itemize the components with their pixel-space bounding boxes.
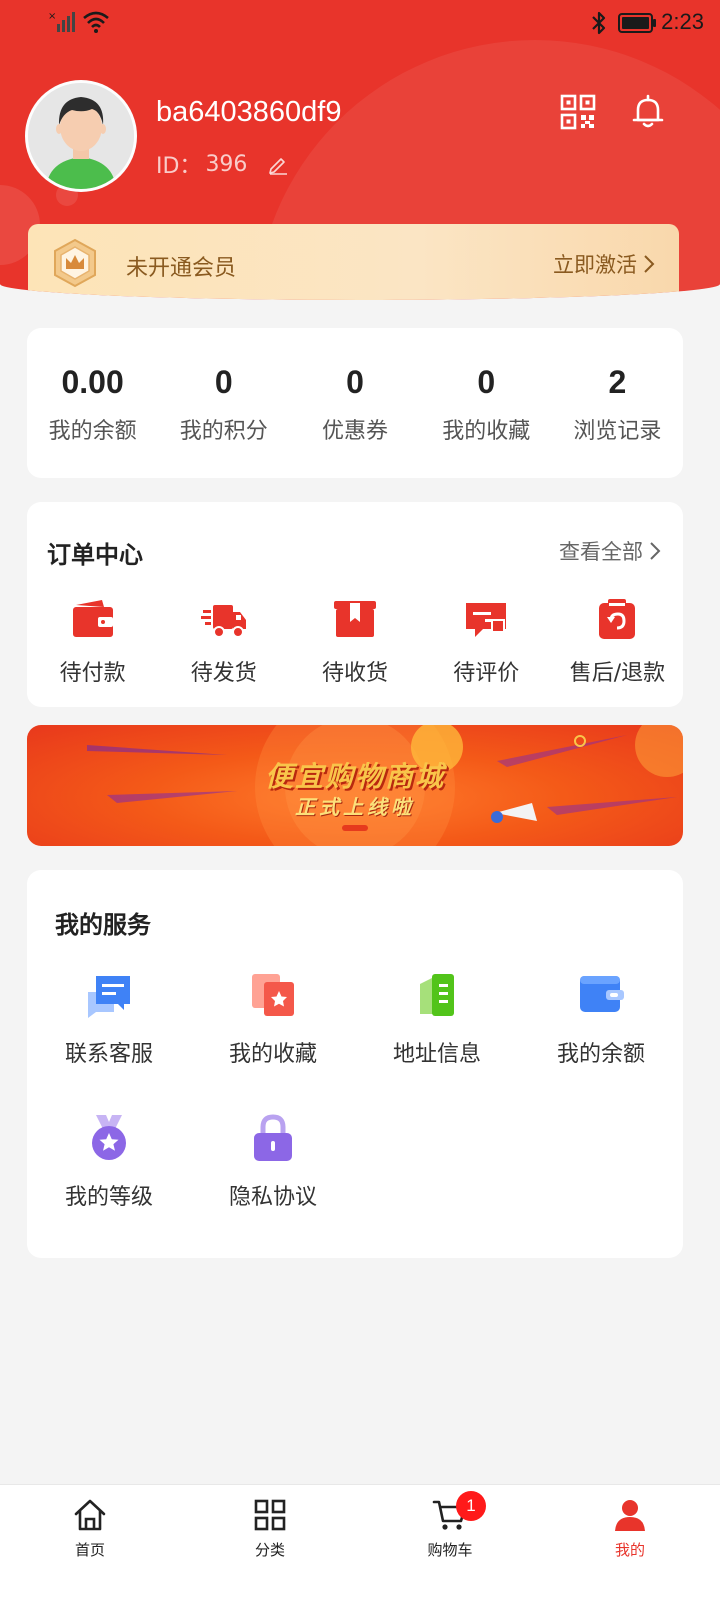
tab-category[interactable]: 分类: [180, 1485, 360, 1600]
wifi-icon: [83, 11, 109, 33]
user-id-value: 396: [205, 151, 248, 177]
service-label: 我的等级: [64, 1185, 153, 1210]
banner-title: 便宜购物商城: [264, 760, 445, 793]
stat-label: 优惠券: [322, 419, 389, 444]
stat-value: 0.00: [61, 364, 124, 400]
service-customer-support[interactable]: 联系客服: [27, 970, 191, 1113]
service-privacy[interactable]: 隐私协议: [191, 1113, 355, 1256]
service-level[interactable]: 我的等级: [27, 1113, 191, 1256]
address-icon: [420, 974, 454, 1016]
home-icon: [74, 1499, 106, 1531]
service-label: 联系客服: [64, 1042, 153, 1067]
cart-badge: 1: [456, 1491, 486, 1521]
profile-header: × 2:23 ba6403860df9 ID： 396 未开通会员 立即激活: [0, 0, 720, 300]
svg-text:×: ×: [48, 11, 56, 22]
chat-icon: [88, 976, 130, 1018]
qr-code-icon[interactable]: [560, 94, 596, 130]
order-pending-payment[interactable]: 待付款: [27, 597, 158, 687]
medal-icon: [92, 1115, 126, 1160]
stat-value: 0: [346, 364, 364, 400]
stat-label: 我的收藏: [442, 419, 531, 444]
lock-icon: [254, 1114, 292, 1161]
edit-icon[interactable]: [267, 153, 289, 175]
stat-value: 0: [214, 364, 233, 400]
tab-mine[interactable]: 我的: [540, 1485, 720, 1600]
signal-icon: ×: [48, 11, 75, 32]
membership-status: 未开通会员: [126, 256, 237, 281]
order-center-card: 订单中心 查看全部 待付款 待发货 待收货 待评价 售后/退款: [27, 502, 683, 707]
stat-points[interactable]: 0 我的积分: [158, 328, 289, 478]
service-label: 隐私协议: [228, 1185, 317, 1210]
stat-label: 我的余额: [48, 419, 137, 444]
membership-bar[interactable]: 未开通会员 立即激活: [28, 224, 679, 300]
status-time: 2:23: [661, 9, 704, 34]
avatar-image: [28, 83, 134, 189]
service-favorites[interactable]: 我的收藏: [191, 970, 355, 1113]
package-icon: [334, 601, 376, 637]
chevron-right-icon: [650, 542, 661, 560]
services-card: 我的服务 联系客服 我的收藏 地址信息 我的余额 我的等级 隐私协议: [27, 870, 683, 1258]
order-refund[interactable]: 售后/退款: [552, 597, 683, 687]
truck-icon: [200, 605, 246, 638]
favorite-icon: [252, 974, 294, 1016]
tab-label: 购物车: [427, 1541, 473, 1559]
tab-label: 我的: [614, 1541, 645, 1559]
tab-label: 分类: [254, 1541, 285, 1559]
refund-icon: [599, 599, 636, 639]
tab-label: 首页: [74, 1541, 105, 1559]
tab-home[interactable]: 首页: [0, 1485, 180, 1600]
category-icon: [254, 1499, 286, 1531]
tab-cart[interactable]: 1 购物车: [360, 1485, 540, 1600]
stat-favorites[interactable]: 0 我的收藏: [421, 328, 552, 478]
service-address[interactable]: 地址信息: [355, 970, 519, 1113]
order-item-label: 售后/退款: [569, 661, 666, 686]
stat-coupons[interactable]: 0 优惠券: [289, 328, 420, 478]
banner-subtitle: 正式上线啦: [295, 795, 415, 819]
activate-membership-link[interactable]: 立即激活: [553, 249, 655, 279]
stat-value: 2: [608, 364, 627, 400]
user-id-row: ID： 396: [156, 148, 289, 180]
stat-history[interactable]: 2 浏览记录: [552, 328, 683, 478]
stat-balance[interactable]: 0.00 我的余额: [27, 328, 158, 478]
bluetooth-icon: [592, 11, 606, 35]
user-id-label: ID：: [156, 154, 202, 179]
service-label: 我的收藏: [228, 1042, 317, 1067]
activate-membership-label: 立即激活: [553, 253, 637, 277]
stat-label: 浏览记录: [573, 419, 662, 444]
order-to-receive[interactable]: 待收货: [289, 597, 420, 687]
wallet-icon: [72, 600, 113, 637]
services-title: 我的服务: [55, 911, 151, 939]
order-item-label: 待发货: [190, 661, 257, 686]
carousel-indicator: [342, 825, 368, 831]
review-icon: [466, 603, 507, 637]
bell-icon[interactable]: [630, 94, 666, 130]
promo-banner[interactable]: 便宜购物商城 正式上线啦: [27, 725, 683, 846]
service-label: 地址信息: [392, 1042, 481, 1067]
stat-label: 我的积分: [179, 419, 268, 444]
order-to-ship[interactable]: 待发货: [158, 597, 289, 687]
order-center-title: 订单中心: [47, 541, 143, 569]
service-label: 我的余额: [556, 1042, 645, 1067]
view-all-orders-link[interactable]: 查看全部: [559, 536, 661, 566]
order-to-review[interactable]: 待评价: [421, 597, 552, 687]
order-item-label: 待付款: [59, 661, 126, 686]
username: ba6403860df9: [156, 96, 342, 128]
view-all-label: 查看全部: [559, 540, 643, 564]
battery-icon: [618, 13, 656, 33]
user-icon: [615, 1500, 645, 1531]
service-balance[interactable]: 我的余额: [519, 970, 683, 1113]
avatar[interactable]: [25, 80, 137, 192]
order-item-label: 待收货: [322, 661, 389, 686]
order-item-label: 待评价: [453, 661, 520, 686]
bottom-tab-bar: 首页 分类 1 购物车 我的: [0, 1484, 720, 1600]
stats-card: 0.00 我的余额 0 我的积分 0 优惠券 0 我的收藏 2 浏览记录: [27, 328, 683, 478]
chevron-right-icon: [644, 255, 655, 273]
stat-value: 0: [477, 364, 496, 400]
crown-badge-icon: [54, 238, 96, 288]
balance-icon: [580, 976, 624, 1012]
status-bar: × 2:23: [0, 0, 720, 48]
